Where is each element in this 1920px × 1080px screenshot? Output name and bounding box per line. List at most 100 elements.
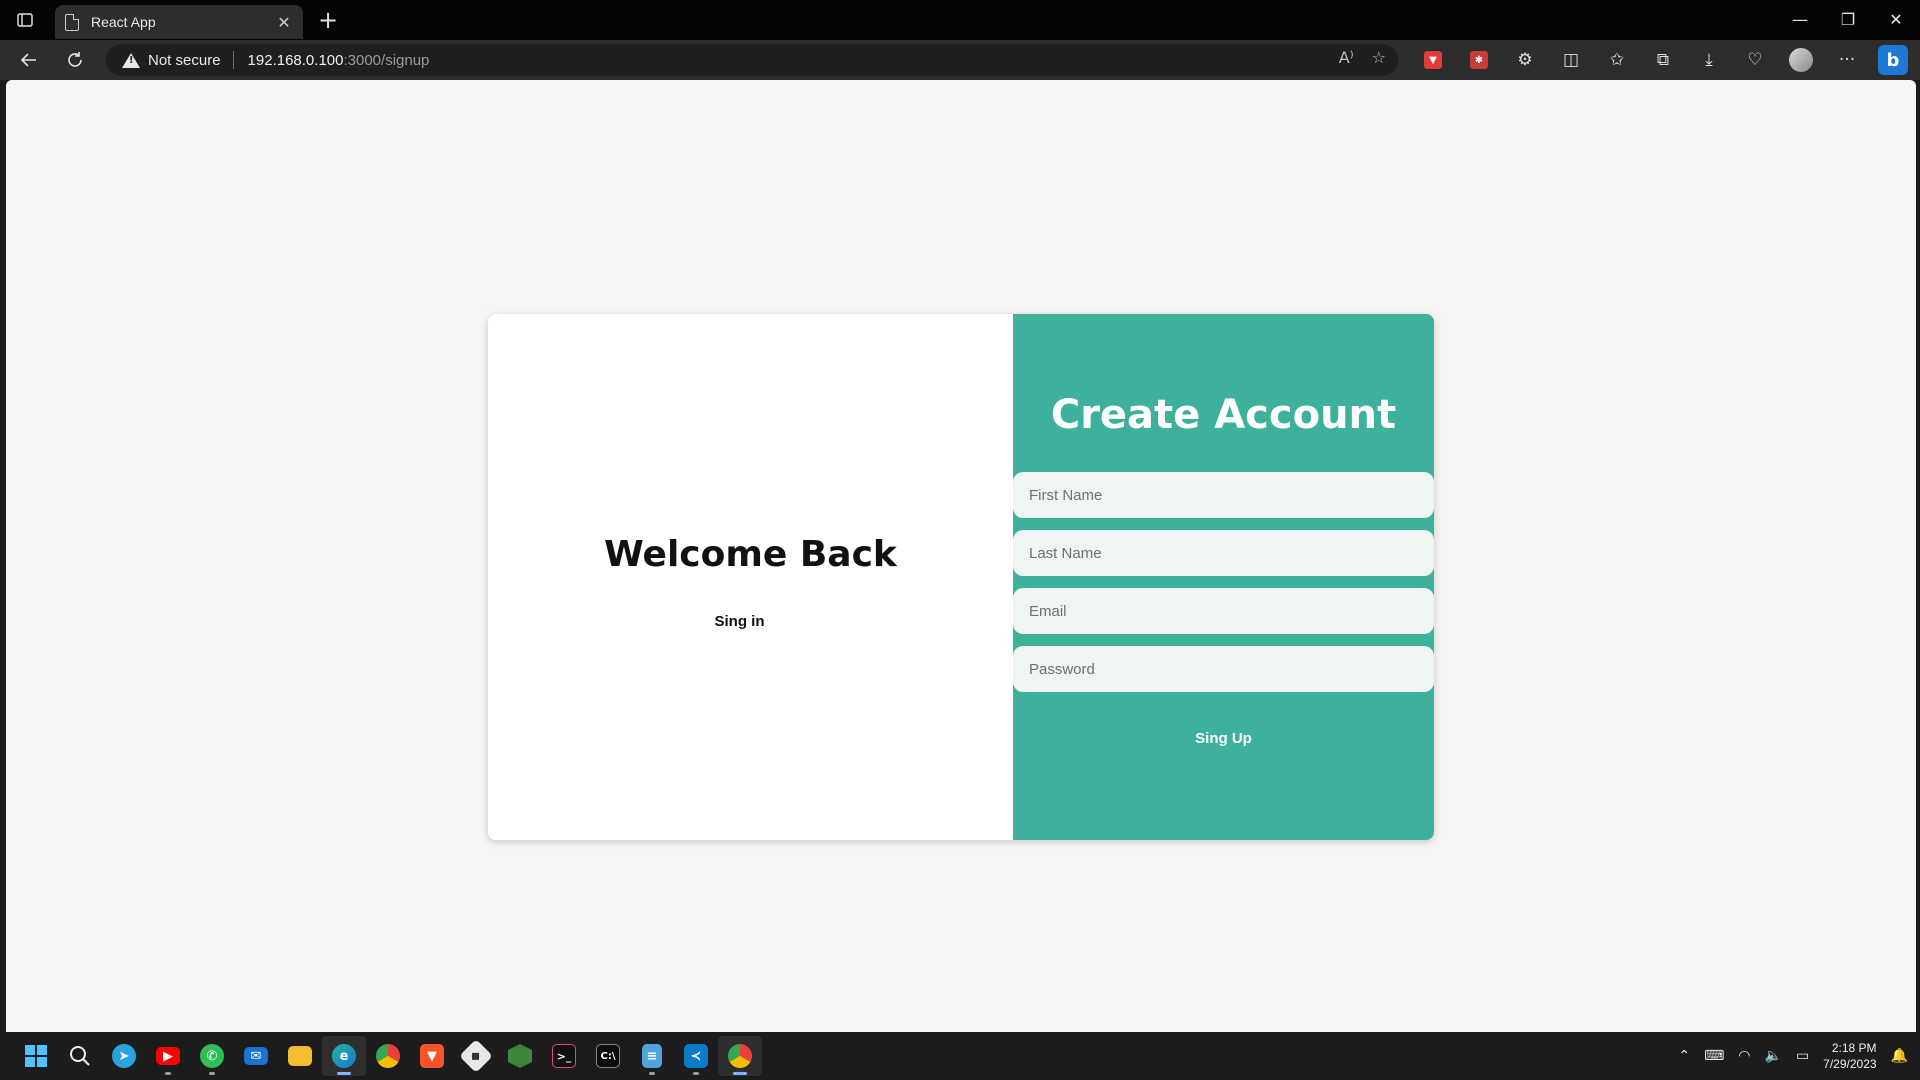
address-divider [232, 51, 234, 69]
chevron-up-icon[interactable]: ⌃ [1678, 1048, 1690, 1064]
taskbar-youtube[interactable]: ▶ [146, 1036, 190, 1076]
youtube-icon: ▶ [156, 1047, 180, 1065]
signin-panel: Welcome Back Sing in [488, 314, 1013, 840]
create-account-title: Create Account [1050, 392, 1397, 438]
collections-button[interactable]: ⧉ [1640, 46, 1686, 74]
taskbar-chrome[interactable] [366, 1036, 410, 1076]
browser-essentials-button[interactable]: ♡ [1732, 46, 1778, 74]
favorites-button[interactable]: ✩ [1594, 46, 1640, 74]
whatsapp-icon: ✆ [200, 1044, 224, 1068]
signup-button[interactable]: Sing Up [1183, 724, 1264, 753]
notepad-icon: ≡ [642, 1044, 662, 1068]
address-bar[interactable]: Not secure 192.168.0.100:3000/signup A⁾ … [106, 44, 1398, 76]
mail-icon: ✉ [244, 1047, 268, 1065]
node-icon [508, 1044, 532, 1068]
taskbar-edge[interactable]: e [322, 1036, 366, 1076]
running-indicator [649, 1072, 655, 1075]
taskbar-node[interactable] [498, 1036, 542, 1076]
back-button[interactable] [15, 46, 43, 74]
password-input[interactable] [1013, 646, 1434, 692]
tab-react-app[interactable]: React App ✕ [55, 5, 303, 39]
taskbar-git[interactable]: ◆ [454, 1036, 498, 1076]
chrome-icon [376, 1044, 400, 1068]
signin-link[interactable]: Sing in [715, 613, 765, 630]
new-tab-button[interactable]: + [316, 6, 340, 34]
browser-toolbar: ▼ ✱ ⚙ ◫ ✩ ⧉ ⤓ ♡ ··· b [1410, 45, 1916, 75]
split-screen-icon: ◫ [1562, 50, 1580, 70]
keyboard-icon[interactable]: ⌨ [1704, 1048, 1724, 1064]
security-label[interactable]: Not secure [148, 52, 221, 69]
battery-icon[interactable]: ▭ [1796, 1048, 1809, 1064]
refresh-icon [68, 52, 82, 67]
clock-time: 2:18 PM [1831, 1041, 1877, 1055]
read-aloud-icon[interactable]: A⁾ [1339, 48, 1354, 67]
favorite-star-icon[interactable]: ☆ [1372, 48, 1386, 67]
taskbar-chrome-window[interactable] [718, 1036, 762, 1076]
close-tab-icon[interactable]: ✕ [275, 13, 293, 32]
taskbar-search[interactable] [58, 1036, 102, 1076]
extensions-button[interactable]: ⚙ [1502, 46, 1548, 74]
collections-icon: ⧉ [1656, 50, 1670, 70]
volume-icon[interactable]: 🔈 [1765, 1048, 1782, 1064]
taskbar-mail[interactable]: ✉ [234, 1036, 278, 1076]
welcome-title: Welcome Back [604, 534, 897, 575]
taskbar-command-prompt[interactable]: C:\ [586, 1036, 630, 1076]
taskbar-apps: ➤ ▶ ✆ ✉ e ▼ ◆ >_ C:\ ≡ ≺ [14, 1036, 762, 1076]
settings-more-button[interactable]: ··· [1824, 46, 1870, 74]
running-indicator [209, 1072, 215, 1075]
bing-chat-button[interactable]: b [1870, 45, 1916, 75]
extension-badge-icon: ✱ [1470, 51, 1488, 69]
close-window-icon[interactable]: ✕ [1872, 0, 1920, 38]
pocket-icon: ▼ [1424, 51, 1442, 69]
tab-actions-button[interactable] [13, 9, 37, 31]
taskbar-telegram[interactable]: ➤ [102, 1036, 146, 1076]
extension-off-button[interactable]: ✱ [1456, 46, 1502, 74]
edge-icon: e [332, 1044, 356, 1068]
start-button[interactable] [14, 1036, 58, 1076]
console-icon: C:\ [596, 1044, 620, 1068]
email-input[interactable] [1013, 588, 1434, 634]
terminal-icon: >_ [552, 1044, 576, 1068]
taskbar: ➤ ▶ ✆ ✉ e ▼ ◆ >_ C:\ ≡ ≺ ⌃ ⌨ ◠ 🔈 ▭ 2:18 … [0, 1032, 1920, 1080]
more-options-icon: ··· [1838, 50, 1856, 70]
notifications-icon[interactable]: 🔔 [1891, 1048, 1908, 1064]
navigation-bar: Not secure 192.168.0.100:3000/signup A⁾ … [0, 40, 1920, 80]
refresh-button[interactable] [61, 46, 89, 74]
pocket-extension-button[interactable]: ▼ [1410, 46, 1456, 74]
search-icon [70, 1046, 90, 1066]
taskbar-notepad[interactable]: ≡ [630, 1036, 674, 1076]
restore-icon[interactable]: ❐ [1824, 0, 1872, 38]
taskbar-whatsapp[interactable]: ✆ [190, 1036, 234, 1076]
taskbar-brave[interactable]: ▼ [410, 1036, 454, 1076]
tab-actions-icon [17, 13, 33, 27]
vscode-icon: ≺ [684, 1044, 708, 1068]
telegram-icon: ➤ [112, 1044, 136, 1068]
back-arrow-icon [20, 53, 36, 67]
clock[interactable]: 2:18 PM 7/29/2023 [1823, 1040, 1876, 1072]
url-path: :3000/signup [343, 51, 430, 69]
last-name-input[interactable] [1013, 530, 1434, 576]
running-indicator [337, 1072, 351, 1075]
auth-card: Welcome Back Sing in Create Account Sing… [488, 314, 1434, 840]
folder-icon [288, 1046, 312, 1066]
bing-icon: b [1878, 45, 1908, 75]
brave-icon: ▼ [420, 1044, 444, 1068]
first-name-input[interactable] [1013, 472, 1434, 518]
profile-button[interactable] [1778, 46, 1824, 74]
taskbar-file-explorer[interactable] [278, 1036, 322, 1076]
downloads-button[interactable]: ⤓ [1686, 46, 1732, 74]
warning-icon [122, 52, 140, 68]
minimize-icon[interactable]: — [1776, 0, 1824, 38]
favorites-icon: ✩ [1609, 50, 1625, 70]
taskbar-vscode[interactable]: ≺ [674, 1036, 718, 1076]
wifi-icon[interactable]: ◠ [1738, 1048, 1750, 1064]
page-icon [65, 13, 79, 31]
taskbar-terminal-app[interactable]: >_ [542, 1036, 586, 1076]
windows-logo-icon [25, 1045, 47, 1067]
download-icon: ⤓ [1705, 50, 1713, 70]
split-screen-button[interactable]: ◫ [1548, 46, 1594, 74]
browser-window: React App ✕ + — ❐ ✕ Not secure 192.168.0… [0, 0, 1920, 1080]
signup-panel: Create Account Sing Up [1013, 314, 1434, 840]
tab-title: React App [91, 14, 156, 30]
avatar [1789, 48, 1813, 72]
